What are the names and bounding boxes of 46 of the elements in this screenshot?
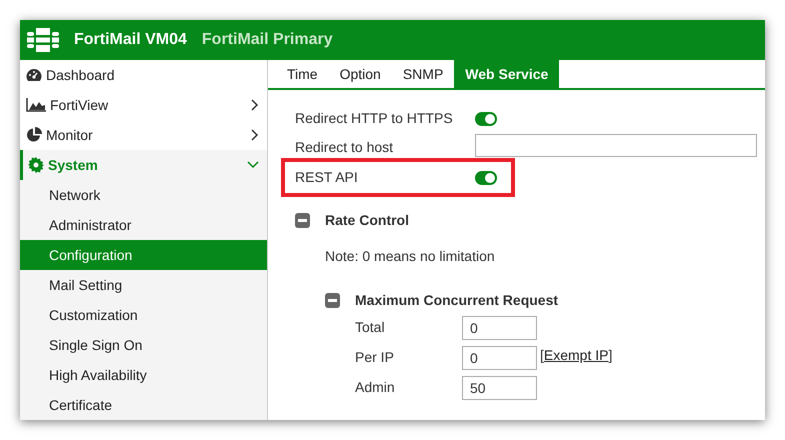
- sidebar-item[interactable]: Certificate: [20, 390, 267, 420]
- sidebar-item[interactable]: Configuration: [20, 240, 267, 270]
- field-label: Per IP: [355, 348, 395, 367]
- setting-label: Redirect to host: [295, 138, 394, 157]
- tab[interactable]: SNMP: [392, 60, 454, 88]
- sidebar-item[interactable]: Single Sign On: [20, 330, 267, 360]
- field-label: Admin: [355, 378, 396, 397]
- sidebar-item[interactable]: Dashboard: [20, 60, 267, 90]
- chevron-right-icon[interactable]: [251, 99, 259, 111]
- sidebar-item[interactable]: Mail Setting: [20, 270, 267, 300]
- bracket-text: ]: [608, 346, 612, 365]
- section-title: Rate Control: [325, 210, 409, 230]
- sidebar-item[interactable]: Administrator: [20, 210, 267, 240]
- input-field[interactable]: 0: [462, 346, 537, 370]
- setting-label: Redirect HTTP to HTTPS: [295, 109, 454, 128]
- area-chart-icon: [26, 98, 46, 112]
- sidebar-item[interactable]: Customization: [20, 300, 267, 330]
- note-text: Note: 0 means no limitation: [325, 246, 496, 266]
- tab[interactable]: Time: [276, 60, 329, 88]
- sidebar-item[interactable]: High Availability: [20, 360, 267, 390]
- toggle-switch[interactable]: [475, 112, 497, 126]
- sidebar-item[interactable]: Monitor: [20, 120, 267, 150]
- collapse-icon[interactable]: [295, 212, 310, 228]
- pie-chart-icon: [26, 127, 42, 143]
- tab[interactable]: Web Service: [454, 60, 560, 88]
- chevron-right-icon[interactable]: [251, 129, 259, 141]
- tab[interactable]: Option: [328, 60, 392, 88]
- logo-icon: [27, 28, 59, 52]
- device-role: FortiMail Primary: [202, 30, 333, 50]
- input-field[interactable]: 0: [462, 316, 537, 340]
- gauge-icon: [26, 68, 42, 82]
- setting-label: REST API: [295, 168, 359, 187]
- input-field[interactable]: 50: [462, 376, 537, 400]
- exempt-ip-link[interactable]: Exempt IP: [544, 344, 608, 366]
- text-field[interactable]: [475, 134, 757, 157]
- section-title: Maximum Concurrent Request: [355, 290, 558, 310]
- sidebar-item[interactable]: System: [20, 150, 267, 180]
- sidebar-item[interactable]: FortiView: [20, 90, 267, 120]
- chevron-down-icon[interactable]: [247, 161, 259, 169]
- sidebar-item[interactable]: Network: [20, 180, 267, 210]
- gear-icon: [28, 157, 44, 173]
- bracket-text: [: [540, 346, 544, 365]
- field-label: Total: [355, 318, 386, 337]
- collapse-icon[interactable]: [325, 292, 340, 308]
- toggle-switch[interactable]: [475, 170, 497, 184]
- device-name: FortiMail VM04: [74, 30, 187, 50]
